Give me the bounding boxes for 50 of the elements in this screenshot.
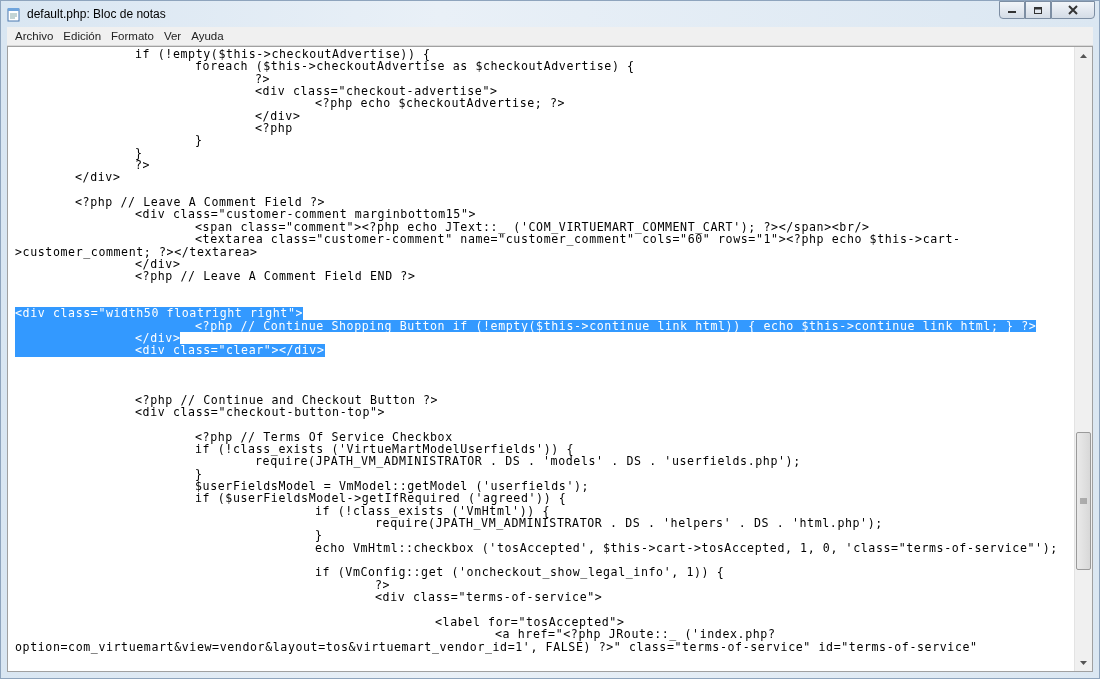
vertical-scrollbar[interactable] [1074, 47, 1092, 671]
scroll-down-icon[interactable] [1080, 660, 1087, 665]
code-line: <span class="comment"><?php echo JText::_ ('COM_VIRTUEMART_COMMENT_CART'); ?></span><br/> [194, 220, 870, 234]
maximize-icon[interactable] [1033, 5, 1043, 15]
code-line: option=com_virtuemart&view=vendor&layout=tos&virtuemart_vendor_id=1', FALSE) ?>" class="terms-of-service" id="terms-of-service" [15, 640, 978, 653]
code-line: <a href="<?php JRoute::_ ('index.php? [495, 628, 776, 641]
menu-item[interactable]: Formato [107, 30, 158, 42]
scrollbar-thumb[interactable] [1076, 432, 1091, 570]
close-icon[interactable] [1067, 5, 1079, 15]
notepad-icon [7, 6, 21, 22]
menu-item[interactable]: Archivo [11, 30, 58, 42]
code-line: foreach ($this->checkoutAdvertise as $checkoutAdvertise) { [195, 60, 635, 73]
code-line: if ($userFieldsModel->getIfRequired ('agreed')) { [194, 492, 567, 505]
close-button[interactable] [1051, 1, 1095, 19]
code-line: </div> [74, 171, 121, 184]
code-line: $userFieldsModel = VmModel::getModel ('userfields'); [194, 480, 590, 493]
code-line: <?php // Leave A Comment Field ?> [74, 194, 326, 209]
menu-item[interactable]: Ver [159, 30, 186, 42]
minimize-button[interactable] [999, 1, 1025, 19]
code-line: require(JPATH_VM_ADMINISTRATOR . DS . 'helpers' . DS . 'html.php'); [375, 517, 883, 530]
code-line: <?php // Terms Of Service Checkbox [194, 428, 453, 443]
code-line: if (VmConfig::get ('oncheckout_show_legal_info', 1)) { [314, 564, 725, 579]
code-line: ?> [254, 72, 271, 86]
code-line: } [194, 467, 203, 481]
code-line: } [194, 134, 203, 147]
scroll-up-icon[interactable] [1080, 53, 1087, 58]
code-line: <div class="customer-comment marginbottom15"> [134, 208, 477, 221]
code-line: <?php echo $checkoutAdvertise; ?> [314, 97, 566, 110]
code-line: if (!empty($this->checkoutAdvertise)) { [134, 48, 431, 61]
code-line: require(JPATH_VM_ADMINISTRATOR . DS . 'models' . DS . 'userfields.php'); [255, 455, 801, 468]
menu-item[interactable]: Ayuda [187, 30, 228, 42]
code-line: </div> [254, 109, 301, 123]
code-line: <?php // Continue and Checkout Button ?> [134, 391, 439, 406]
code-line: } [314, 529, 323, 542]
code-line: ?> [375, 578, 391, 592]
code-line: <label for="tosAccepted"> [434, 613, 625, 629]
code-line: <div class="terms-of-service"> [374, 591, 603, 604]
code-line: echo VmHtml::checkbox ('tosAccepted', $this->cart->tosAccepted, 1, 0, 'class="terms-of-service"'); [314, 541, 1058, 555]
code-line: if (!class_exists ('VmHtml')) { [315, 504, 550, 518]
menu-item[interactable]: Edición [59, 30, 106, 42]
code-line: } [134, 146, 143, 160]
code-line: >customer_comment; ?></textarea> [15, 245, 258, 258]
code-line: <textarea class="customer-comment" name="customer_comment" cols="60" rows="1"><?php echo $this->cart- [194, 233, 961, 246]
code-line: ?> [134, 159, 151, 172]
maximize-button[interactable] [1025, 1, 1051, 19]
code-line: <div class="checkout-advertise"> [254, 85, 498, 98]
window-title: default.php: Bloc de notas [27, 7, 167, 21]
code-line: if (!class_exists ('VirtueMartModelUserfields')) { [194, 443, 574, 456]
code-line: <?php // Leave A Comment Field END ?> [134, 270, 416, 286]
code-line: <?php [254, 122, 293, 135]
